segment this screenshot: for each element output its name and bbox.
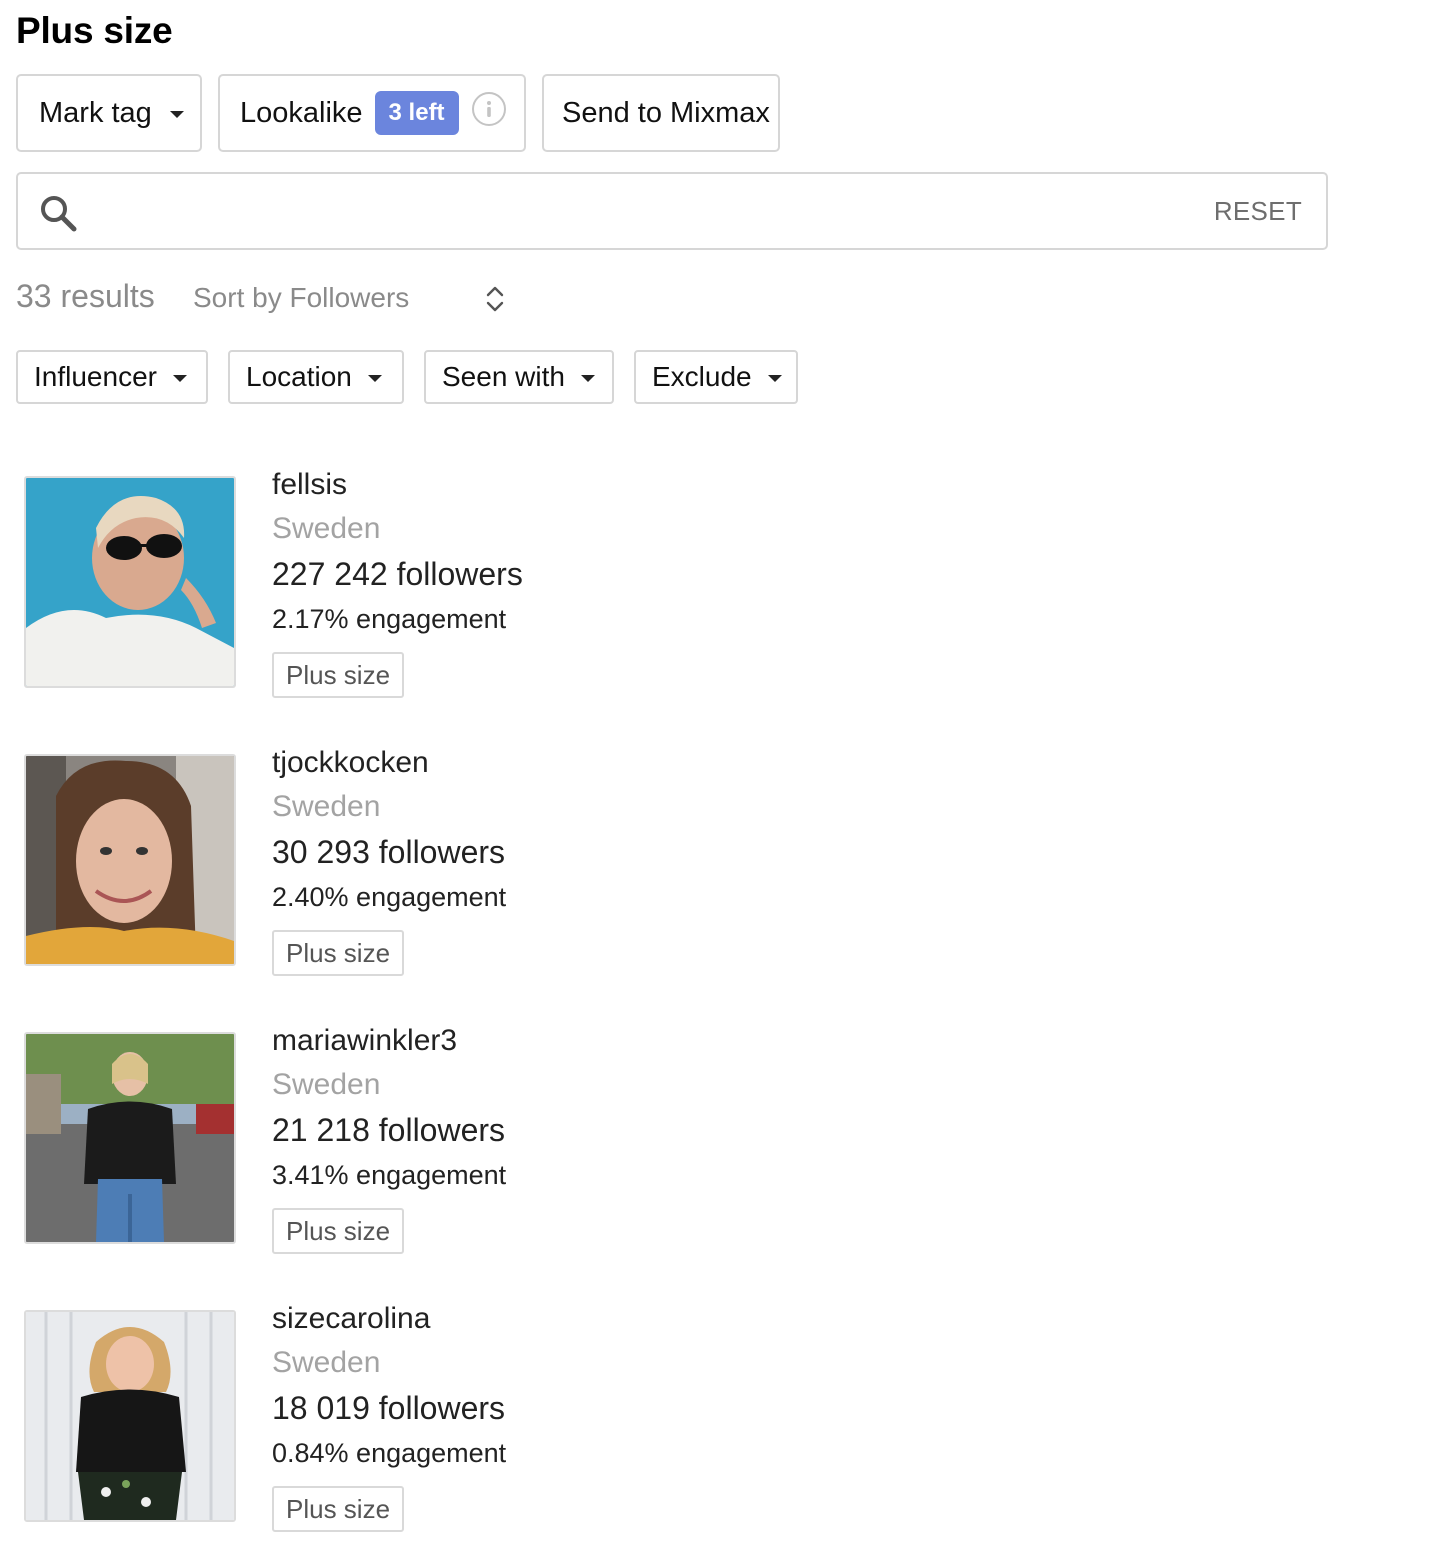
filter-label: Influencer [34,361,157,392]
influencer-location: Sweden [272,1346,381,1379]
influencer-username[interactable]: tjockkocken [272,746,429,780]
filter-location[interactable]: Location [228,350,404,404]
send-to-mixmax-button[interactable]: Send to Mixmax [542,74,780,152]
influencer-avatar[interactable] [24,1310,236,1522]
results-count: 33 results [16,278,155,314]
influencer-tag[interactable]: Plus size [272,930,405,976]
reset-button[interactable]: RESET [1214,196,1302,227]
caret-down-icon [767,374,782,382]
influencer-card: mariawinkler3 Sweden 21 218 followers 3.… [0,1024,1432,1282]
influencer-followers: 21 218 followers [272,1112,506,1148]
influencer-engagement: 3.41% engagement [272,1160,507,1190]
caret-down-icon [367,374,382,382]
filter-label: Exclude [652,361,752,392]
influencer-username[interactable]: sizecarolina [272,1302,430,1336]
influencer-followers: 30 293 followers [272,834,506,870]
influencer-location: Sweden [272,512,381,545]
influencer-location: Sweden [272,790,381,823]
filter-seen-with[interactable]: Seen with [424,350,614,404]
caret-down-icon [580,374,595,382]
send-to-mixmax-label: Send to Mixmax [562,96,770,129]
influencer-card: sizecarolina Sweden 18 019 followers 0.8… [0,1302,1432,1552]
influencer-avatar[interactable] [24,476,236,688]
filter-exclude[interactable]: Exclude [634,350,798,404]
filter-influencer[interactable]: Influencer [16,350,208,404]
influencer-followers: 227 242 followers [272,556,523,592]
influencer-avatar[interactable] [24,754,236,966]
lookalike-remaining-badge: 3 left [374,91,459,135]
page-title: Plus size [16,10,173,51]
influencer-location: Sweden [272,1068,381,1101]
caret-down-icon [172,374,187,382]
info-icon[interactable] [472,92,506,126]
search-bar: RESET [16,172,1328,250]
influencer-tag[interactable]: Plus size [272,1208,405,1254]
influencer-followers: 18 019 followers [272,1390,506,1426]
sort-chevrons-icon[interactable] [484,284,506,314]
sort-select[interactable]: Sort by Followers [193,282,409,314]
influencer-avatar[interactable] [24,1032,236,1244]
influencer-username[interactable]: mariawinkler3 [272,1024,457,1058]
influencer-engagement: 2.17% engagement [272,604,507,634]
mark-tag-label: Mark tag [39,96,152,129]
mark-tag-dropdown[interactable]: Mark tag [16,74,202,152]
influencer-engagement: 2.40% engagement [272,882,507,912]
lookalike-button[interactable]: Lookalike 3 left [218,74,526,152]
lookalike-label: Lookalike [240,96,363,129]
page: Plus size Mark tag Lookalike 3 left Send… [0,0,1432,1552]
search-icon [41,196,77,232]
influencer-card: fellsis Sweden 227 242 followers 2.17% e… [0,468,1432,726]
filter-label: Seen with [442,361,565,392]
influencer-tag[interactable]: Plus size [272,1486,405,1532]
influencer-card: tjockkocken Sweden 30 293 followers 2.40… [0,746,1432,1004]
influencer-username[interactable]: fellsis [272,468,347,502]
influencer-tag[interactable]: Plus size [272,652,405,698]
filter-label: Location [246,361,352,392]
caret-down-icon [169,110,184,118]
search-input[interactable] [98,186,1198,238]
influencer-engagement: 0.84% engagement [272,1438,507,1468]
